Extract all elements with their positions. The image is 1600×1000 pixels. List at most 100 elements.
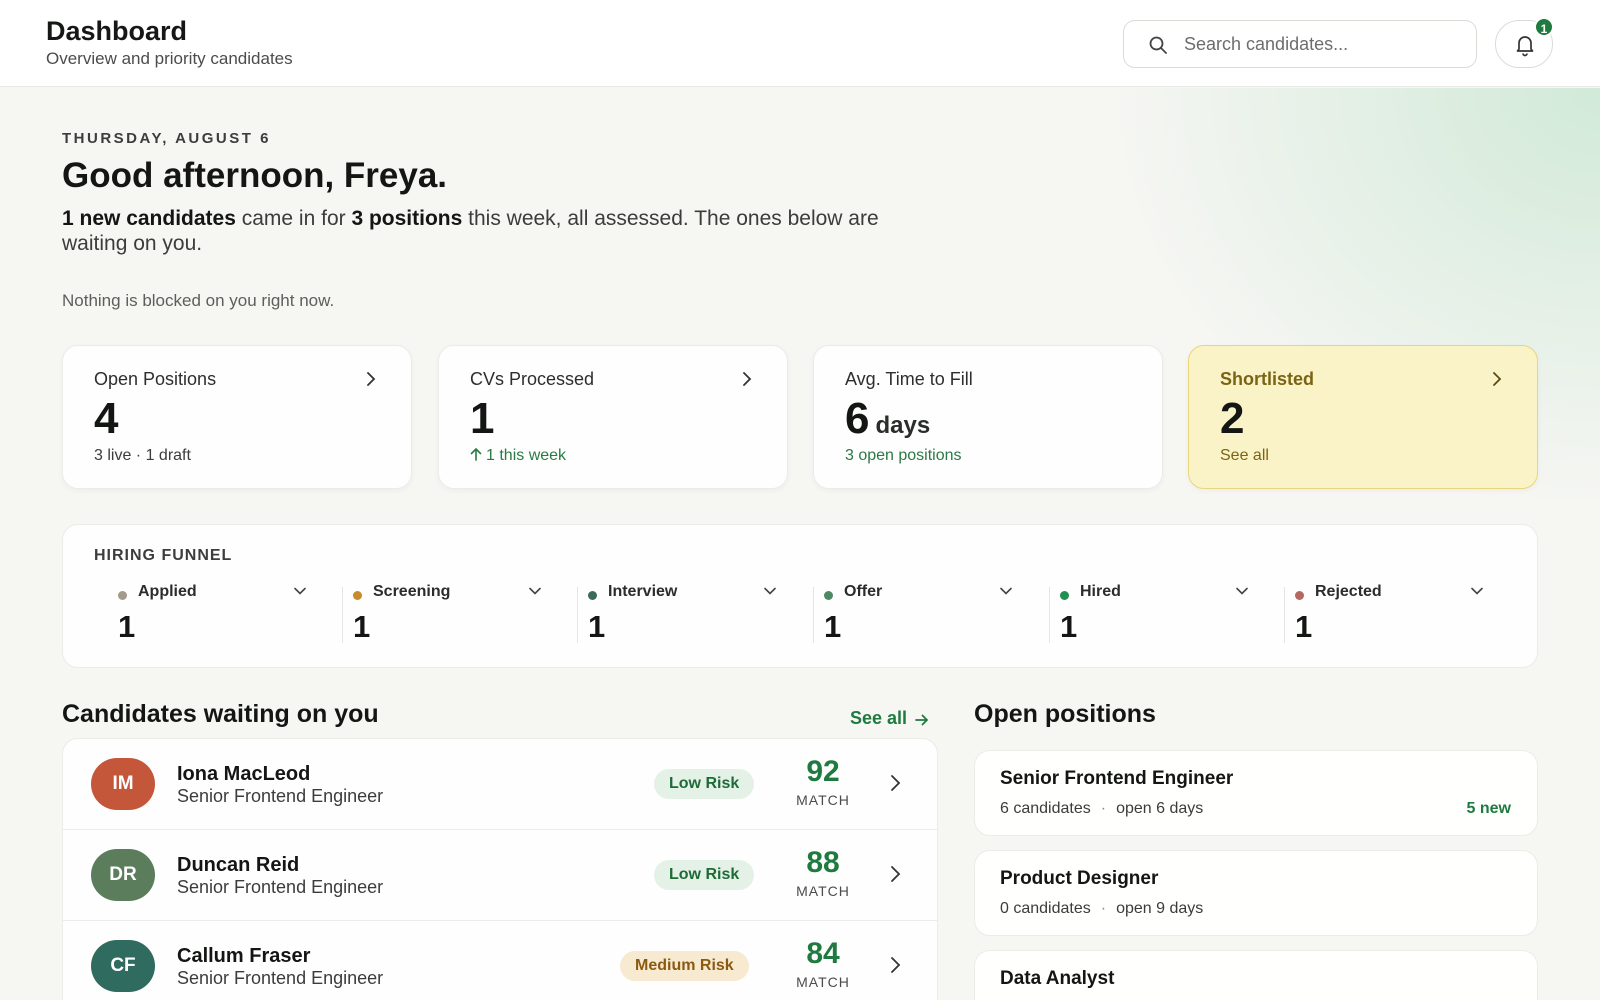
chevron-down-icon <box>1000 587 1012 595</box>
stage-count: 1 <box>118 609 136 644</box>
positions-count: 3 positions <box>351 207 463 230</box>
match-score: 88 <box>806 846 840 879</box>
chevron-right-icon <box>891 957 901 973</box>
candidates-list: IM Iona MacLeod Senior Frontend Engineer… <box>62 738 938 1000</box>
weekly-summary: 1 new candidates came in for 3 positions… <box>62 206 922 256</box>
stage-divider <box>342 587 343 643</box>
funnel-stage-applied[interactable]: Applied 1 <box>118 583 328 645</box>
stat-value: 2 <box>1220 394 1244 444</box>
chevron-right-icon <box>891 866 901 882</box>
stat-number: 4 <box>94 394 119 443</box>
hiring-funnel: HIRING FUNNEL Applied 1 Screening 1 Inte… <box>62 524 1538 668</box>
candidate-row[interactable]: DR Duncan Reid Senior Frontend Engineer … <box>63 830 937 921</box>
top-bar: Dashboard Overview and priority candidat… <box>0 0 1600 87</box>
page-subtitle: Overview and priority candidates <box>46 49 293 68</box>
stage-count: 1 <box>588 609 606 644</box>
stat-see-all-link[interactable]: See all <box>1220 447 1269 465</box>
stat-label: Open Positions <box>94 369 217 389</box>
stage-count: 1 <box>1295 609 1313 644</box>
stage-dot <box>588 591 597 600</box>
stage-divider <box>813 587 814 643</box>
stat-value: 1 <box>470 394 494 444</box>
position-open-days: open 6 days <box>1116 800 1204 817</box>
stat-label: Avg. Time to Fill <box>845 369 973 389</box>
stat-sub: 1 this week <box>470 447 566 465</box>
candidate-row[interactable]: CF Callum Fraser Senior Frontend Enginee… <box>63 921 937 1000</box>
funnel-stage-offer[interactable]: Offer 1 <box>813 583 1034 645</box>
greeting: Good afternoon, Freya. <box>62 156 448 195</box>
funnel-stage-interview[interactable]: Interview 1 <box>577 583 798 645</box>
meta-separator: · <box>1100 800 1107 817</box>
stage-name: Offer <box>844 583 883 600</box>
funnel-stage-screening[interactable]: Screening 1 <box>342 583 563 645</box>
position-card[interactable]: Senior Frontend Engineer 6 candidates · op… <box>974 750 1538 836</box>
match-score: 92 <box>806 755 840 788</box>
stat-unit: days <box>875 412 931 439</box>
chevron-down-icon <box>294 587 306 595</box>
risk-badge: Medium Risk <box>620 951 749 981</box>
stage-name: Hired <box>1080 583 1121 600</box>
match-label: MATCH <box>796 792 850 808</box>
stat-card-avg-time-to-fill: Avg. Time to Fill 6 days 3 open positions <box>813 345 1163 489</box>
stage-dot <box>1295 591 1304 600</box>
position-card[interactable]: Data Analyst <box>974 950 1538 1000</box>
stat-label: Shortlisted <box>1220 369 1315 389</box>
page-title: Dashboard <box>46 16 188 46</box>
chevron-down-icon <box>1236 587 1248 595</box>
stage-name: Interview <box>608 583 678 600</box>
stat-sub: 3 open positions <box>845 447 962 464</box>
stage-name: Applied <box>138 583 197 600</box>
chevron-right-icon <box>891 775 901 791</box>
chevron-right-icon <box>743 372 752 386</box>
candidates-see-all-link[interactable]: See all <box>850 708 929 729</box>
position-meta: 6 candidates · open 6 days <box>1000 800 1203 818</box>
position-card[interactable]: Product Designer 0 candidates · open 9 day… <box>974 850 1538 936</box>
chevron-right-icon <box>367 372 376 386</box>
candidate-name: Duncan Reid <box>177 854 300 876</box>
stage-count: 1 <box>824 609 842 644</box>
current-date: THURSDAY, AUGUST 6 <box>62 130 271 147</box>
notifications-button[interactable]: 1 <box>1495 17 1554 68</box>
bell-icon <box>1516 36 1534 57</box>
stat-label: CVs Processed <box>470 369 595 389</box>
search-input[interactable] <box>1184 29 1464 59</box>
search-box[interactable] <box>1123 20 1477 68</box>
funnel-stage-rejected[interactable]: Rejected 1 <box>1284 583 1505 645</box>
search-icon <box>1149 36 1167 54</box>
blocked-note: Nothing is blocked on you right now. <box>62 291 335 310</box>
position-new-count: 5 new <box>1466 800 1511 817</box>
candidate-row[interactable]: IM Iona MacLeod Senior Frontend Engineer… <box>63 739 937 830</box>
match-label: MATCH <box>796 974 850 990</box>
chevron-down-icon <box>1471 587 1483 595</box>
stat-card-shortlisted[interactable]: Shortlisted 2 See all <box>1188 345 1538 489</box>
position-open-days: open 9 days <box>1116 900 1204 917</box>
arrow-right-icon <box>915 714 929 726</box>
funnel-heading: HIRING FUNNEL <box>94 547 233 564</box>
stage-dot <box>824 591 833 600</box>
position-candidates: 6 candidates <box>1000 800 1091 817</box>
risk-badge: Low Risk <box>654 769 755 799</box>
stat-number: 2 <box>1220 394 1245 443</box>
arrow-up-icon <box>470 447 482 461</box>
candidate-name: Iona MacLeod <box>177 763 311 785</box>
stat-sub-text: 1 this week <box>486 447 567 464</box>
stage-name: Rejected <box>1315 583 1382 600</box>
positions-section-title: Open positions <box>974 700 1156 728</box>
chevron-right-icon <box>1493 372 1502 386</box>
stage-divider <box>577 587 578 643</box>
funnel-stage-hired[interactable]: Hired 1 <box>1049 583 1270 645</box>
stage-dot <box>118 591 127 600</box>
avatar: CF <box>91 940 155 992</box>
candidate-role: Senior Frontend Engineer <box>177 968 384 988</box>
stage-name: Screening <box>373 583 451 600</box>
candidate-role: Senior Frontend Engineer <box>177 877 384 897</box>
stat-card-cvs-processed[interactable]: CVs Processed 1 1 this week <box>438 345 788 489</box>
avatar: IM <box>91 758 155 810</box>
position-title: Product Designer <box>1000 868 1159 889</box>
stat-card-open-positions[interactable]: Open Positions 4 3 live · 1 draft <box>62 345 412 489</box>
stat-value: 4 <box>94 394 118 444</box>
position-candidates: 0 candidates <box>1000 900 1091 917</box>
candidate-role: Senior Frontend Engineer <box>177 786 384 806</box>
meta-separator: · <box>1100 900 1107 917</box>
match-score: 84 <box>806 937 840 970</box>
